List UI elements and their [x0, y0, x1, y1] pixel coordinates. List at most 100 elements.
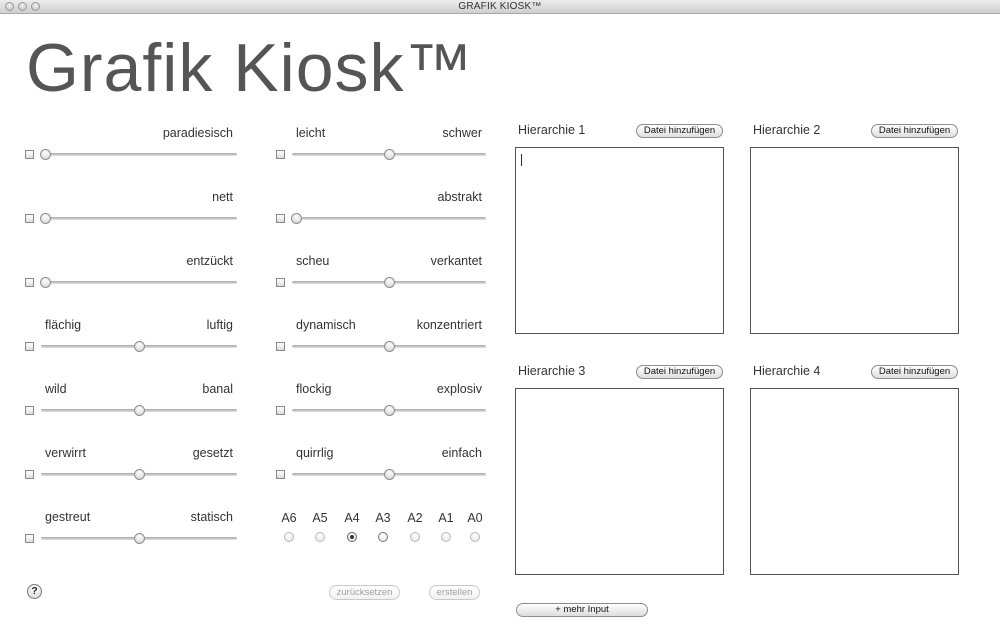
- hierarchy-label: Hierarchie 2: [753, 123, 821, 137]
- slider-enable-checkbox[interactable]: [25, 214, 34, 223]
- hierarchy-input-area[interactable]: [750, 147, 959, 334]
- slider-right-label: explosiv: [436, 382, 482, 396]
- slider-enable-checkbox[interactable]: [276, 406, 285, 415]
- slider-knob[interactable]: [40, 277, 51, 288]
- format-radio[interactable]: [315, 532, 325, 542]
- slider-knob[interactable]: [134, 405, 145, 416]
- slider-left-label: dynamisch: [296, 318, 356, 332]
- format-label: A6: [281, 511, 297, 525]
- slider-right-label: luftig: [206, 318, 233, 332]
- app-title: Grafik Kiosk™: [26, 30, 474, 106]
- slider-left-label: flächig: [45, 318, 82, 332]
- hierarchy-label: Hierarchie 1: [518, 123, 586, 137]
- format-radio[interactable]: [284, 532, 294, 542]
- slider-right-label: paradiesisch: [162, 126, 233, 140]
- window-title: GRAFIK KIOSK™: [458, 1, 542, 12]
- slider-row-wild-banal: wild banal: [25, 382, 237, 422]
- slider-enable-checkbox[interactable]: [25, 150, 34, 159]
- help-button[interactable]: ?: [27, 584, 42, 599]
- hierarchy-input-area[interactable]: [750, 388, 959, 575]
- slider-enable-checkbox[interactable]: [276, 342, 285, 351]
- slider-enable-checkbox[interactable]: [25, 406, 34, 415]
- slider-knob[interactable]: [384, 341, 395, 352]
- create-button[interactable]: erstellen: [429, 585, 480, 600]
- format-label: A1: [438, 511, 454, 525]
- add-file-button[interactable]: Datei hinzufügen: [871, 365, 958, 379]
- slider-left-label: gestreut: [45, 510, 91, 524]
- slider-right-label: nett: [212, 190, 233, 204]
- add-file-button[interactable]: Datei hinzufügen: [871, 124, 958, 138]
- slider-left-label: quirrlig: [296, 446, 334, 460]
- slider-track[interactable]: [41, 217, 237, 220]
- slider-row-paradiesisch: paradiesisch: [25, 126, 237, 166]
- slider-enable-checkbox[interactable]: [25, 342, 34, 351]
- slider-right-label: verkantet: [430, 254, 482, 268]
- format-label: A5: [312, 511, 328, 525]
- slider-knob[interactable]: [384, 149, 395, 160]
- slider-enable-checkbox[interactable]: [25, 470, 34, 479]
- slider-enable-checkbox[interactable]: [276, 214, 285, 223]
- slider-left-label: wild: [45, 382, 67, 396]
- slider-knob[interactable]: [40, 149, 51, 160]
- slider-row-quirrlig-einfach: quirrlig einfach: [276, 446, 486, 486]
- add-file-button[interactable]: Datei hinzufügen: [636, 365, 723, 379]
- add-file-button[interactable]: Datei hinzufügen: [636, 124, 723, 138]
- format-option-a3[interactable]: A3: [373, 511, 393, 542]
- hierarchy-label: Hierarchie 3: [518, 364, 586, 378]
- format-radio[interactable]: [441, 532, 451, 542]
- slider-right-label: statisch: [190, 510, 233, 524]
- more-input-button[interactable]: + mehr Input: [516, 603, 648, 617]
- slider-left-label: flockig: [296, 382, 332, 396]
- format-option-a4[interactable]: A4: [342, 511, 362, 542]
- format-label: A0: [467, 511, 483, 525]
- format-option-a6[interactable]: A6: [279, 511, 299, 542]
- slider-knob[interactable]: [291, 213, 302, 224]
- format-radio[interactable]: [410, 532, 420, 542]
- slider-track[interactable]: [292, 217, 486, 220]
- text-cursor: [521, 154, 522, 166]
- format-radio[interactable]: [347, 532, 357, 542]
- slider-right-label: gesetzt: [192, 446, 233, 460]
- slider-knob[interactable]: [134, 341, 145, 352]
- format-label: A4: [344, 511, 360, 525]
- slider-row-abstrakt: abstrakt: [276, 190, 486, 230]
- slider-row-scheu-verkantet: scheu verkantet: [276, 254, 486, 294]
- window-titlebar: GRAFIK KIOSK™: [0, 0, 1000, 14]
- slider-row-flaechig-luftig: flächig luftig: [25, 318, 237, 358]
- slider-enable-checkbox[interactable]: [25, 534, 34, 543]
- format-label: A3: [375, 511, 391, 525]
- slider-enable-checkbox[interactable]: [25, 278, 34, 287]
- hierarchy-input-area[interactable]: [515, 147, 724, 334]
- slider-right-label: schwer: [442, 126, 482, 140]
- slider-knob[interactable]: [134, 469, 145, 480]
- slider-enable-checkbox[interactable]: [276, 470, 285, 479]
- slider-row-leicht-schwer: leicht schwer: [276, 126, 486, 166]
- format-option-a1[interactable]: A1: [436, 511, 456, 542]
- slider-left-label: leicht: [296, 126, 326, 140]
- slider-right-label: abstrakt: [437, 190, 482, 204]
- slider-right-label: einfach: [441, 446, 482, 460]
- slider-knob[interactable]: [384, 469, 395, 480]
- slider-track[interactable]: [41, 281, 237, 284]
- format-option-a0[interactable]: A0: [465, 511, 485, 542]
- slider-track[interactable]: [41, 153, 237, 156]
- format-option-a5[interactable]: A5: [310, 511, 330, 542]
- slider-enable-checkbox[interactable]: [276, 150, 285, 159]
- reset-button[interactable]: zurücksetzen: [329, 585, 400, 600]
- slider-row-nett: nett: [25, 190, 237, 230]
- slider-left-label: scheu: [296, 254, 330, 268]
- format-option-a2[interactable]: A2: [405, 511, 425, 542]
- format-radio[interactable]: [378, 532, 388, 542]
- hierarchy-label: Hierarchie 4: [753, 364, 821, 378]
- slider-right-label: banal: [202, 382, 233, 396]
- slider-knob[interactable]: [134, 533, 145, 544]
- slider-row-verwirrt-gesetzt: verwirrt gesetzt: [25, 446, 237, 486]
- hierarchy-input-area[interactable]: [515, 388, 724, 575]
- format-radio[interactable]: [470, 532, 480, 542]
- slider-enable-checkbox[interactable]: [276, 278, 285, 287]
- slider-knob[interactable]: [384, 405, 395, 416]
- format-label: A2: [407, 511, 423, 525]
- slider-knob[interactable]: [40, 213, 51, 224]
- slider-row-flockig-explosiv: flockig explosiv: [276, 382, 486, 422]
- slider-knob[interactable]: [384, 277, 395, 288]
